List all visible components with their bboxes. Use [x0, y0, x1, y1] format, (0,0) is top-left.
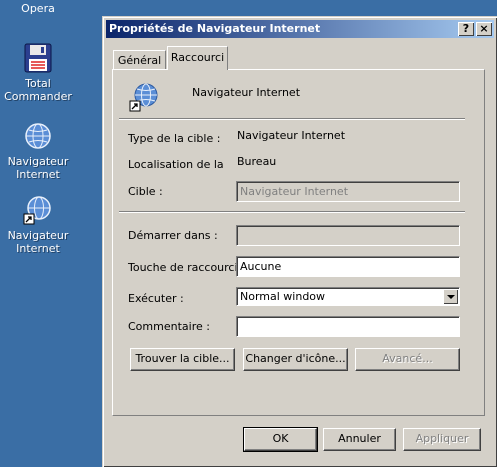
run-dropdown-value: Normal window [240, 290, 326, 303]
globe-icon [22, 120, 54, 152]
target-location-label: Localisation de la [128, 158, 224, 171]
desktop-icon-label-line2: Internet [16, 242, 60, 255]
run-dropdown[interactable]: Normal window [236, 287, 460, 306]
target-label: Cible : [128, 185, 163, 198]
desktop-icon-label-line1: Total [25, 77, 51, 90]
comment-field[interactable] [236, 316, 460, 337]
apply-button[interactable]: Appliquer [403, 428, 481, 451]
hotkey-label: Touche de raccourci : [128, 261, 245, 274]
floppy-disk-icon [22, 42, 54, 74]
dialog-title: Propriétés de Navigateur Internet [109, 22, 321, 35]
desktop-icon-label-opera[interactable]: Opera [0, 2, 76, 15]
hotkey-field[interactable]: Aucune [236, 256, 460, 277]
find-target-button[interactable]: Trouver la cible... [130, 348, 235, 371]
ok-button[interactable]: OK [243, 427, 318, 452]
start-in-field[interactable] [236, 225, 460, 246]
target-field[interactable]: Navigateur Internet [236, 181, 460, 202]
help-button[interactable]: ? [458, 22, 474, 36]
desktop-icon-total-commander[interactable]: Total Commander [0, 42, 76, 103]
desktop-icon-label-line1: Navigateur [7, 155, 69, 168]
tab-general[interactable]: Général [113, 50, 166, 69]
desktop-icon-label-line2: Internet [16, 168, 60, 181]
desktop-icon-label-line1: Navigateur [7, 229, 69, 242]
chevron-down-icon[interactable] [443, 289, 458, 304]
change-icon-button[interactable]: Changer d'icône... [243, 348, 348, 371]
shortcut-globe-icon [128, 81, 160, 116]
separator [119, 118, 465, 120]
properties-dialog: Propriétés de Navigateur Internet ? × Gé… [102, 16, 497, 467]
desktop-icon-navigateur-internet[interactable]: Navigateur Internet [0, 120, 76, 181]
cancel-button[interactable]: Annuler [323, 428, 396, 451]
desktop-icon-navigateur-internet-shortcut[interactable]: Navigateur Internet [0, 194, 76, 255]
tab-raccourci[interactable]: Raccourci [167, 46, 228, 70]
target-type-label: Type de la cible : [128, 132, 221, 145]
advanced-button[interactable]: Avancé... [355, 348, 460, 371]
target-location-value: Bureau [237, 155, 277, 168]
comment-label: Commentaire : [128, 320, 210, 333]
shortcut-name: Navigateur Internet [192, 86, 301, 99]
start-in-label: Démarrer dans : [128, 229, 218, 242]
run-label: Exécuter : [128, 292, 184, 305]
separator [119, 211, 465, 213]
target-type-value: Navigateur Internet [237, 129, 346, 142]
globe-shortcut-icon [22, 194, 54, 226]
close-button[interactable]: × [476, 22, 492, 36]
desktop-icon-label-line2: Commander [4, 90, 72, 103]
title-bar[interactable]: Propriétés de Navigateur Internet ? × [106, 20, 494, 38]
